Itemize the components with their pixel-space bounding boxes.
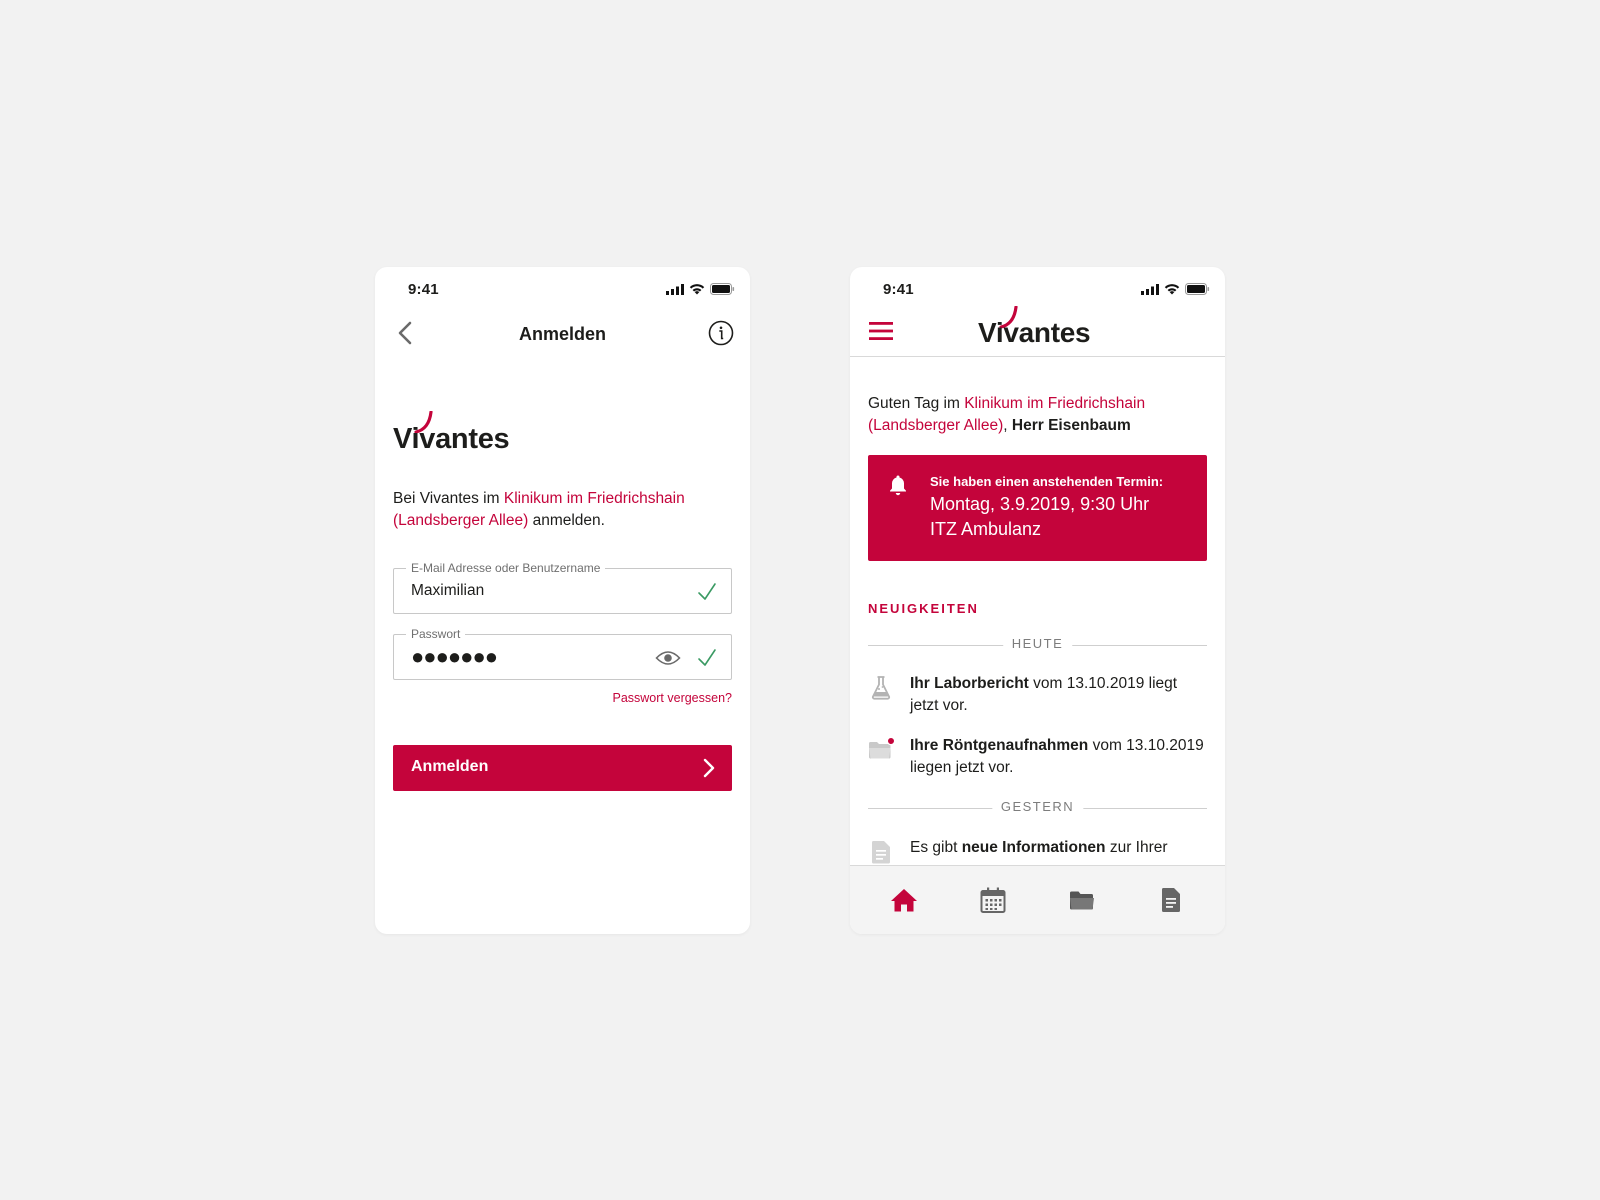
- document-icon[interactable]: [1157, 886, 1185, 914]
- vivantes-logo: Vivantes: [978, 306, 1100, 350]
- login-button[interactable]: Anmelden: [393, 745, 732, 791]
- checkmark-icon: [698, 649, 716, 666]
- alert-date: Montag, 3.9.2019, 9:30 Uhr: [930, 494, 1150, 514]
- wifi-icon: [1164, 284, 1180, 295]
- email-label: E-Mail Adresse oder Benutzername: [406, 561, 606, 575]
- signal-icon: [1141, 283, 1159, 295]
- password-label: Passwort: [406, 627, 466, 641]
- wifi-icon: [689, 284, 705, 295]
- home-icon[interactable]: [890, 886, 918, 914]
- page-title: Anmelden: [518, 324, 606, 344]
- divider-today: HEUTE: [868, 636, 1207, 654]
- forgot-password-link[interactable]: Passwort vergessen?: [612, 691, 732, 705]
- folder-icon: [868, 736, 896, 759]
- info-icon[interactable]: [708, 320, 734, 346]
- tab-bar: [850, 865, 1225, 934]
- app-header: Vivantes: [850, 306, 1225, 357]
- bell-icon: [890, 475, 906, 496]
- battery-icon: [1185, 283, 1210, 295]
- news-item[interactable]: Es gibt neue Informationen zur Ihrer: [868, 837, 1207, 864]
- status-time: 9:41: [883, 281, 914, 298]
- email-value[interactable]: Maximilian: [411, 582, 484, 600]
- status-time: 9:41: [408, 281, 439, 298]
- navigation-bar: Anmelden: [375, 311, 750, 355]
- calendar-icon[interactable]: [979, 886, 1007, 914]
- news-section-title: NEUIGKEITEN: [868, 601, 979, 616]
- checkmark-icon: [698, 583, 716, 600]
- status-bar: 9:41: [375, 267, 750, 311]
- folder-icon[interactable]: [1068, 886, 1096, 914]
- vivantes-logo: Vivantes: [393, 411, 523, 455]
- home-screen: 9:41 Vivantes Guten Tag im Klinikum im F…: [850, 267, 1225, 934]
- signal-icon: [666, 283, 684, 295]
- intro-text: Bei Vivantes im Klinikum im Friedrichsha…: [393, 490, 685, 529]
- lab-flask-icon: [871, 676, 891, 700]
- password-value[interactable]: ●●●●●●●: [411, 644, 498, 670]
- appointment-alert[interactable]: Sie haben einen anstehenden Termin: Mont…: [868, 455, 1207, 561]
- battery-icon: [710, 283, 735, 295]
- login-screen: 9:41 Anmelden Vivantes Bei Vivantes im K…: [375, 267, 750, 934]
- chevron-right-icon: [703, 758, 715, 778]
- alert-location: ITZ Ambulanz: [930, 519, 1042, 539]
- password-field[interactable]: Passwort ●●●●●●●: [393, 627, 732, 680]
- patient-name: Herr Eisenbaum: [1011, 417, 1131, 434]
- eye-icon[interactable]: [655, 648, 681, 668]
- divider-yesterday: GESTERN: [868, 799, 1207, 817]
- status-bar: 9:41: [850, 267, 1225, 311]
- greeting-text: Guten Tag im Klinikum im Friedrichshain …: [868, 395, 1146, 434]
- alert-heading: Sie haben einen anstehenden Termin:: [930, 474, 1164, 489]
- document-icon: [871, 841, 890, 864]
- login-button-label: Anmelden: [411, 758, 489, 775]
- hamburger-menu-icon[interactable]: [868, 318, 894, 344]
- email-field[interactable]: E-Mail Adresse oder Benutzername Maximil…: [393, 561, 732, 614]
